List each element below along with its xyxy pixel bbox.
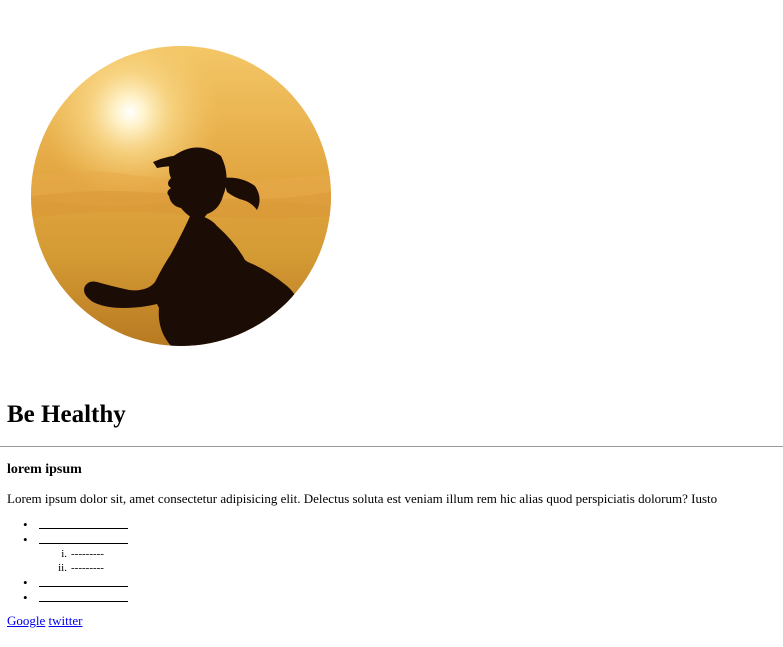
google-link[interactable]: Google [7,613,45,628]
bullet-list: • • i. --------- ii. --------- • • [7,517,783,605]
sub-list-text: --------- [71,562,104,574]
links-row: Google twitter [7,613,783,629]
hero-image [31,46,331,346]
main-content: Be Healthy lorem ipsum Lorem ipsum dolor… [0,398,783,629]
page-title: Be Healthy [7,401,126,428]
body-paragraph: Lorem ipsum dolor sit, amet consectetur … [7,491,718,506]
roman-sub-list: i. --------- ii. --------- [39,547,783,575]
bullet-icon: • [23,575,28,590]
roman-marker: i. [61,548,67,560]
list-item: • [23,517,783,532]
list-item: • [23,590,783,605]
blank-line [39,517,128,529]
blank-line [39,590,128,602]
roman-marker: ii. [58,562,67,574]
blank-line [39,575,128,587]
section-subtitle: lorem ipsum [7,462,82,477]
blank-line [39,532,128,544]
bullet-icon: • [23,517,28,532]
runner-silhouette-icon [31,46,331,346]
sub-list-item: i. --------- [61,547,783,561]
sub-list-item: ii. --------- [58,561,783,575]
bullet-icon: • [23,590,28,605]
list-item: • [23,575,783,590]
twitter-link[interactable]: twitter [49,613,83,628]
bullet-icon: • [23,532,28,547]
list-item: • i. --------- ii. --------- [23,532,783,575]
sub-list-text: --------- [71,548,104,560]
divider [0,446,783,447]
